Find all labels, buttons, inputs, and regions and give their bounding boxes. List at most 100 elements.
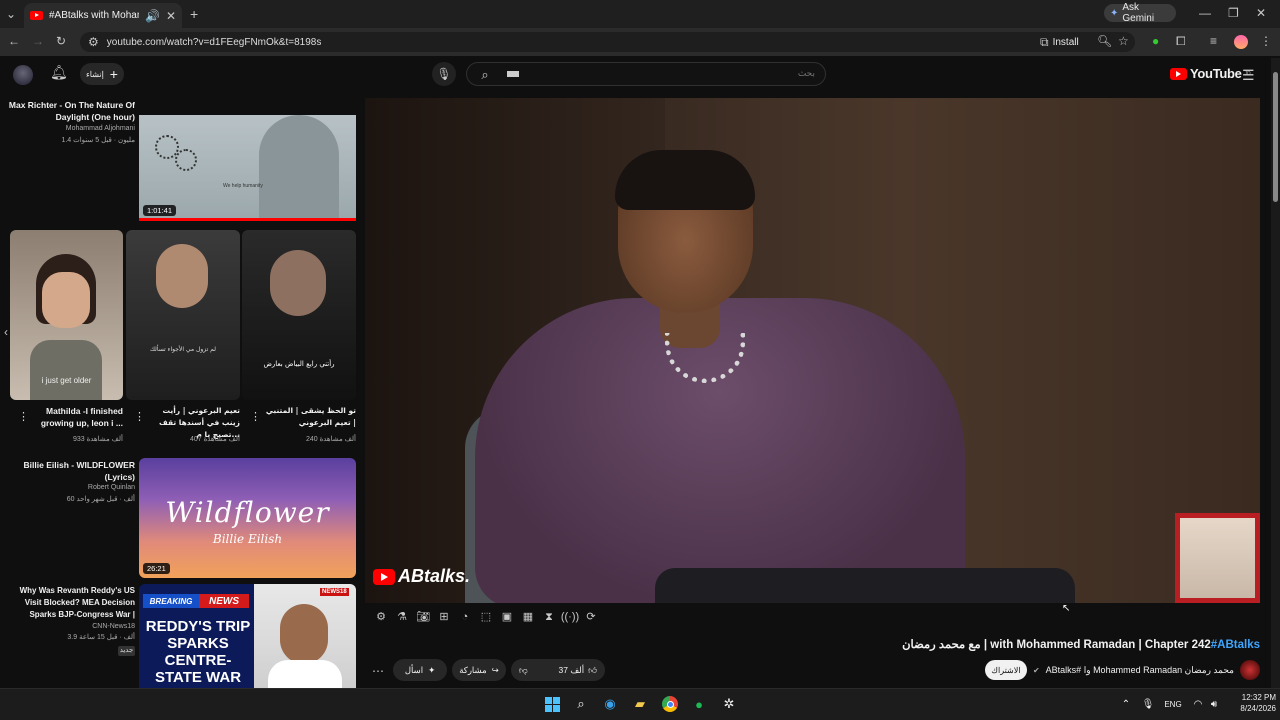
related-video-title[interactable]: Why Was Revanth Reddy's US Visit Blocked… — [8, 585, 135, 621]
input-language[interactable]: ENG — [1162, 694, 1184, 714]
microphone-tray-icon[interactable]: 🎙︎ — [1138, 694, 1158, 714]
channel-avatar[interactable] — [1240, 660, 1260, 680]
back-icon[interactable]: ← — [8, 35, 20, 47]
video-subject-legs — [655, 568, 1075, 603]
restore-window-icon[interactable]: ❐ — [1228, 7, 1239, 19]
short-thumbnail[interactable]: لم تزول مي الأجواء تسألك — [126, 230, 240, 400]
address-bar[interactable]: ⚙ youtube.com/watch?v=d1FEegFNmOk&t=8198… — [80, 32, 1135, 52]
related-video-thumbnail[interactable]: BREAKING NEWS REDDY'S TRIP SPARKS CENTRE… — [139, 584, 356, 688]
media-controls-icon[interactable]: ≡ — [1210, 35, 1217, 47]
audio-playing-icon[interactable]: 🔊 — [145, 10, 160, 22]
install-app-button[interactable]: ⧉ Install — [1040, 33, 1090, 51]
close-window-icon[interactable]: ✕ — [1256, 7, 1266, 19]
related-video-channel[interactable]: Mohammad Aljohmani — [8, 124, 135, 134]
search-input[interactable] — [519, 63, 825, 85]
notifications-bell-icon[interactable]: 🔔︎ — [50, 65, 68, 79]
minimize-window-icon[interactable]: — — [1199, 7, 1211, 19]
related-video-meta: 60 ألف · قبل شهر واحد — [66, 496, 135, 503]
browser-menu-icon[interactable]: ⋮ — [1260, 35, 1272, 47]
chrome-icon[interactable] — [660, 694, 680, 714]
reload-icon[interactable]: ↻ — [56, 35, 66, 47]
youtube-logo-icon — [1170, 67, 1187, 80]
forward-icon[interactable]: → — [32, 35, 44, 47]
like-button[interactable]: 37 ألف 👍︎ — [559, 665, 597, 676]
spotify-icon[interactable]: ● — [689, 694, 709, 714]
player-extension-toolbar: ⚙ ⚗ 📷︎ ⊞ ◔ ⬚ ▣ ▦ ⧗ ((·)) ⟳ — [365, 606, 599, 628]
file-explorer-icon[interactable]: ▰ — [630, 694, 650, 714]
flask-icon[interactable]: ⚗ — [394, 609, 410, 625]
subscribe-button[interactable]: الاشتراك — [984, 660, 1027, 680]
short-more-options-icon[interactable]: ⋮ — [250, 410, 261, 423]
page-scrollbar[interactable] — [1271, 58, 1280, 688]
channel-name[interactable]: ABtalks# وا Mohammed Ramadan محمد رمضان — [1046, 665, 1234, 676]
thumbnail-subtitle: Billie Eilish — [212, 532, 283, 546]
url-text: youtube.com/watch?v=d1FEegFNmOk&t=8198s — [106, 36, 322, 48]
windows-start-icon[interactable] — [542, 694, 562, 714]
thumbnail-body — [268, 660, 342, 688]
share-button[interactable]: مشاركة ↪ — [452, 659, 506, 681]
show-hidden-icons-chevron[interactable]: ⌃ — [1116, 694, 1136, 714]
news18-logo: NEWS18 — [320, 588, 349, 596]
like-icon: 👍︎ — [588, 664, 597, 675]
browser-tab[interactable]: #ABtalks with Mohammed Ramadan 🔊 ✕ — [24, 3, 182, 28]
zoom-icon[interactable]: 🔍︎ — [1097, 35, 1112, 47]
short-title[interactable]: تو الحظ يشقى | المتنبي | تعيم البرعوني — [262, 405, 356, 429]
ask-gemini-button[interactable]: ✦ Ask Gemini — [1104, 2, 1176, 24]
short-caption: رأتني رايع البياض بعارض — [263, 360, 335, 368]
short-thumbnail[interactable]: i just get older — [10, 230, 123, 400]
verified-badge-icon: ✔ — [1032, 665, 1040, 675]
cinema-mode-icon[interactable]: ▦ — [520, 609, 536, 625]
short-more-options-icon[interactable]: ⋮ — [18, 410, 29, 423]
loop-icon[interactable]: ⟳ — [583, 609, 599, 625]
more-actions-icon[interactable]: ⋯ — [372, 665, 384, 677]
site-info-icon[interactable]: ⚙ — [88, 36, 99, 48]
keyboard-icon[interactable] — [507, 71, 519, 77]
close-tab-icon[interactable]: ✕ — [166, 10, 176, 22]
ask-button[interactable]: اسأل ✦ — [393, 659, 447, 681]
broadcast-icon[interactable]: ((·)) — [561, 609, 579, 625]
related-video-title[interactable]: Max Richter - On The Nature Of Daylight … — [8, 99, 135, 123]
create-button[interactable]: إنشاء + — [80, 63, 124, 85]
add-frame-icon[interactable]: ⊞ — [436, 609, 452, 625]
edge-browser-icon[interactable]: ◉ — [600, 694, 620, 714]
new-tab-button[interactable]: + — [190, 7, 198, 21]
youtube-favicon-icon — [30, 11, 43, 20]
speed-gauge-icon[interactable]: ◔ — [457, 609, 473, 625]
bookmark-star-icon[interactable]: ☆ — [1118, 35, 1129, 47]
video-title-hashtag[interactable]: #ABtalks — [1211, 639, 1260, 651]
new-badge: جديد — [118, 646, 135, 656]
video-duration: 26:21 — [143, 563, 170, 574]
volume-icon[interactable]: 🔊︎ — [1204, 694, 1224, 714]
watermark-text: ABtalks. — [398, 566, 471, 586]
tab-list-icon[interactable]: ⌄ — [6, 8, 16, 20]
taskbar-search-icon[interactable]: ⌕ — [571, 694, 591, 714]
video-player[interactable]: ABtalks. — [365, 98, 1260, 603]
profile-avatar[interactable] — [1234, 35, 1248, 49]
search-button[interactable]: ⌕ — [467, 63, 503, 85]
screenshot-camera-icon[interactable]: 📷︎ — [415, 609, 431, 625]
short-thumbnail[interactable]: رأتني رايع البياض بعارض — [242, 230, 356, 400]
fit-screen-icon[interactable]: ⬚ — [478, 609, 494, 625]
extension-shield-icon[interactable]: ● — [1152, 35, 1159, 47]
extensions-puzzle-icon[interactable]: ⧠ — [1176, 35, 1186, 47]
related-video-channel[interactable]: Robert Quinlan — [8, 483, 135, 493]
settings-gear-icon[interactable]: ⚙ — [373, 609, 389, 625]
short-more-options-icon[interactable]: ⋮ — [134, 410, 145, 423]
video-duration: 1:01:41 — [143, 205, 177, 216]
thumbnail-body — [30, 340, 102, 400]
youtube-logo[interactable]: YouTube JO — [1170, 66, 1251, 81]
chatgpt-icon[interactable]: ✲ — [719, 694, 739, 714]
watch-later-icon[interactable]: ⧗ — [541, 609, 557, 625]
account-avatar[interactable] — [13, 65, 33, 85]
related-video-thumbnail[interactable]: Wildflower Billie Eilish — [139, 458, 356, 578]
voice-search-button[interactable]: 🎙︎ — [432, 62, 456, 86]
scrollbar-thumb[interactable] — [1273, 72, 1278, 202]
system-clock[interactable]: 12:32 PM 8/24/2026 — [1226, 692, 1276, 714]
short-title[interactable]: Mathilda -I finished growing up, leon i … — [30, 405, 123, 429]
guide-menu-icon[interactable]: ☰ — [1242, 68, 1255, 82]
related-video-channel[interactable]: CNN-News18 — [8, 622, 135, 632]
scroll-left-icon[interactable]: ‹ — [4, 326, 8, 338]
dislike-icon[interactable]: 👎︎ — [519, 665, 528, 676]
related-video-title[interactable]: Billie Eilish - WILDFLOWER (Lyrics) — [8, 459, 135, 483]
picture-in-picture-icon[interactable]: ▣ — [499, 609, 515, 625]
